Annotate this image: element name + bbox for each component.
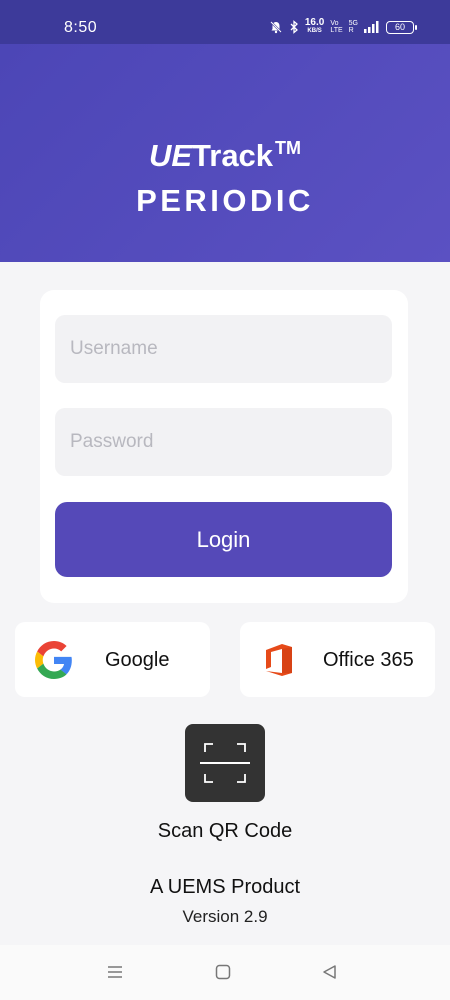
home-icon[interactable] <box>213 962 233 982</box>
username-field[interactable] <box>55 315 392 383</box>
battery-icon: 60 <box>386 20 417 34</box>
login-button[interactable]: Login <box>55 502 392 577</box>
brand-ue: UE <box>148 138 193 173</box>
scan-qr-label: Scan QR Code <box>157 820 293 842</box>
volte-bottom: LTE <box>330 27 343 34</box>
scan-qr-button[interactable] <box>185 724 265 802</box>
battery-level: 60 <box>394 22 405 32</box>
system-nav-bar <box>0 945 450 1000</box>
volte-indicator: Vo LTE <box>330 20 342 34</box>
login-card: Login <box>40 290 408 603</box>
signal-icon <box>364 21 380 33</box>
brand-tm: TM <box>275 138 302 158</box>
app-logo-text: UETrack TM <box>0 138 450 174</box>
network-speed: 16.0 KB/S <box>304 17 325 35</box>
bluetooth-icon <box>289 20 299 34</box>
brand-track: Track <box>192 138 274 173</box>
app-header: UETrack TM PERIODIC <box>0 44 450 262</box>
qr-scan-icon <box>200 743 250 783</box>
volte-top: Vo <box>330 20 339 27</box>
app-subtitle: PERIODIC <box>136 183 314 218</box>
network-speed-value: 16.0 <box>304 17 325 28</box>
network-type-top: 5G <box>348 20 358 27</box>
status-icons: 16.0 KB/S Vo LTE 5G R 60 <box>269 17 417 35</box>
network-speed-unit: KB/S <box>307 28 322 34</box>
network-type: 5G R <box>349 20 358 34</box>
status-bar: 8:50 16.0 KB/S Vo LTE 5G R 60 <box>0 0 450 44</box>
status-time: 8:50 <box>64 19 98 36</box>
google-label: Google <box>105 649 170 671</box>
office365-icon <box>260 641 298 679</box>
mute-bell-icon <box>269 20 283 34</box>
network-type-bottom: R <box>348 27 354 34</box>
back-icon[interactable] <box>320 962 340 982</box>
google-icon <box>35 641 73 679</box>
office365-label: Office 365 <box>323 649 414 671</box>
password-field[interactable] <box>55 408 392 476</box>
product-name: A UEMS Product <box>149 876 301 898</box>
menu-icon[interactable] <box>105 962 125 982</box>
version-label: Version 2.9 <box>182 907 268 926</box>
office365-sign-in-button[interactable]: Office 365 <box>240 622 435 697</box>
google-sign-in-button[interactable]: Google <box>15 622 210 697</box>
